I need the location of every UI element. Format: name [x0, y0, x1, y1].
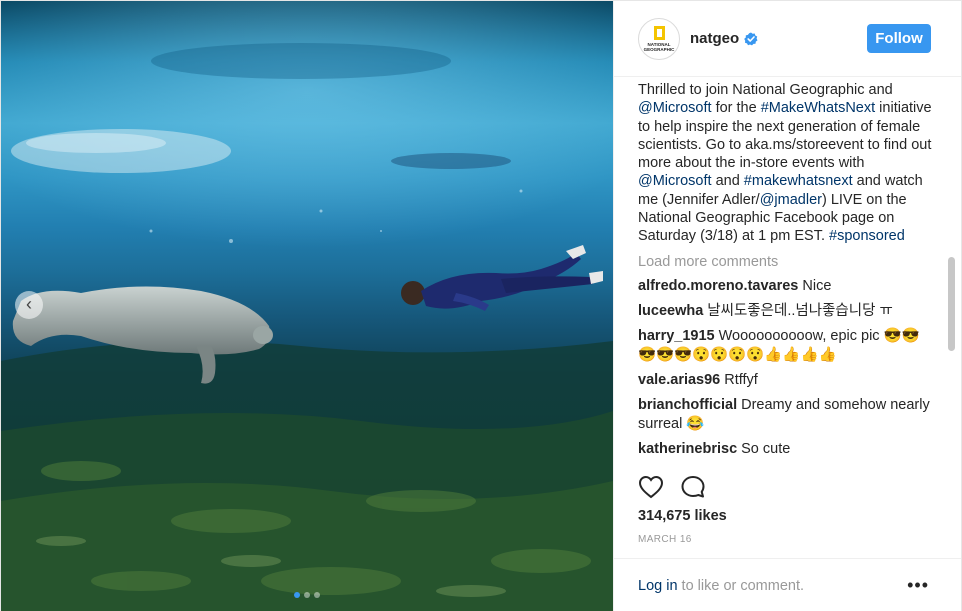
more-options-icon[interactable]: •••: [907, 575, 929, 596]
avatar[interactable]: NATIONAL GEOGRAPHIC: [638, 17, 680, 60]
comments-list[interactable]: Thrilled to join National Geographic and…: [614, 77, 961, 463]
post-caption: Thrilled to join National Geographic and…: [638, 82, 932, 245]
mention-link[interactable]: @Microsoft: [638, 173, 712, 189]
instagram-post: ‹ NATIONAL GEOGRAPHIC natgeo Follow Thri…: [0, 0, 962, 611]
post-footer: Log in to like or comment. •••: [614, 558, 961, 611]
comments-scrollbar[interactable]: [948, 257, 955, 351]
underwater-scene-image: [1, 1, 613, 611]
username[interactable]: natgeo: [690, 30, 739, 47]
comment-text: 날씨도좋은데..넘나좋습니당 ㅠ: [707, 302, 893, 319]
comment-username[interactable]: katherinebrisc: [638, 441, 737, 457]
comment-username[interactable]: harry_1915: [638, 328, 715, 344]
login-prompt-text: to like or comment.: [677, 577, 805, 594]
mention-link[interactable]: @jmadler: [760, 192, 822, 208]
comment-text: So cute: [741, 440, 791, 457]
comment: brianchofficial Dreamy and somehow nearly…: [638, 396, 937, 434]
comment-username[interactable]: vale.arias96: [638, 372, 720, 388]
chevron-left-icon[interactable]: ‹: [15, 291, 43, 319]
verified-badge-icon: [744, 32, 758, 45]
comment-username[interactable]: alfredo.moreno.tavares: [638, 278, 798, 294]
post-date[interactable]: MARCH 16: [638, 534, 692, 545]
likes-count[interactable]: 314,675 likes: [638, 508, 727, 524]
heart-icon[interactable]: [638, 475, 664, 499]
load-more-comments-link[interactable]: Load more comments: [638, 253, 937, 271]
carousel-dot: [314, 592, 320, 598]
comment: katherinebrisc So cute: [638, 440, 937, 459]
mention-link[interactable]: @Microsoft: [638, 100, 712, 116]
comment-icon[interactable]: [680, 475, 706, 499]
login-link[interactable]: Log in: [638, 578, 678, 594]
hashtag-link[interactable]: #sponsored: [829, 228, 905, 244]
post-header: NATIONAL GEOGRAPHIC natgeo Follow: [614, 1, 961, 77]
post-side-panel: NATIONAL GEOGRAPHIC natgeo Follow Thrill…: [613, 1, 961, 611]
post-actions: [638, 475, 706, 499]
carousel-dots: [1, 592, 613, 598]
comment: alfredo.moreno.tavares Nice: [638, 277, 937, 296]
comment: vale.arias96 Rtffyf: [638, 371, 937, 390]
follow-button[interactable]: Follow: [867, 24, 931, 53]
comment-username[interactable]: luceewha: [638, 303, 703, 319]
hashtag-link[interactable]: #MakeWhatsNext: [761, 100, 875, 116]
comment: harry_1915 Woooooooooow, epic pic 😎😎😎😎😎😯😯…: [638, 327, 937, 365]
carousel-dot-active: [294, 592, 300, 598]
comment-username[interactable]: brianchofficial: [638, 397, 737, 413]
comment: luceewha 날씨도좋은데..넘나좋습니당 ㅠ: [638, 302, 937, 321]
comment-text: Rtffyf: [724, 371, 758, 388]
natgeo-logo-icon: NATIONAL GEOGRAPHIC: [641, 21, 677, 57]
hashtag-link[interactable]: #makewhatsnext: [744, 173, 853, 189]
post-photo[interactable]: ‹: [1, 1, 613, 611]
comment-text: Nice: [802, 277, 832, 294]
carousel-dot: [304, 592, 310, 598]
